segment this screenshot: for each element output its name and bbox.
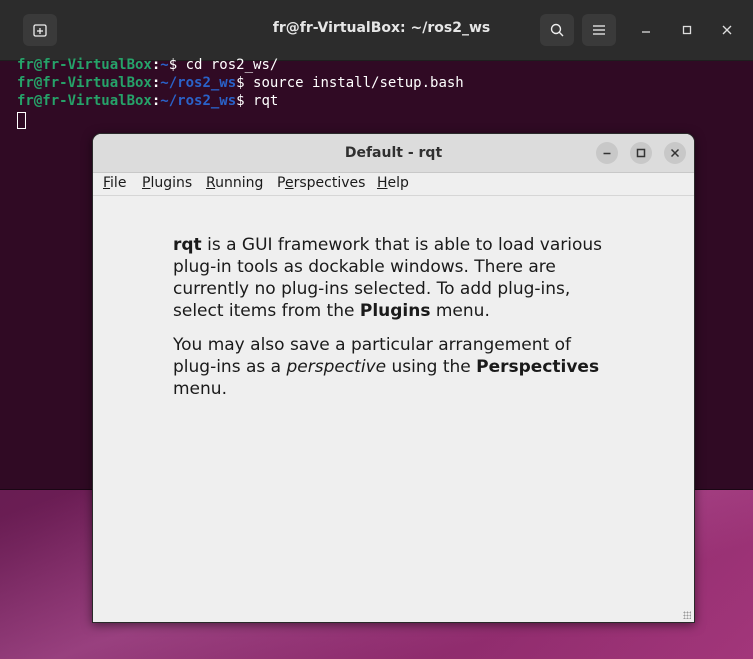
menu-label: lugins <box>150 175 193 191</box>
terminal-maximize-button[interactable] <box>677 20 697 40</box>
close-icon <box>722 25 732 35</box>
new-tab-button[interactable] <box>23 14 57 46</box>
menu-label: unning <box>215 175 264 191</box>
command-text: $ rqt <box>236 93 279 109</box>
bold-text: Perspectives <box>476 357 600 377</box>
welcome-paragraph-2: You may also save a particular arrangeme… <box>173 334 613 400</box>
maximize-icon <box>682 25 692 35</box>
menu-label: ile <box>110 175 127 191</box>
command-text: $ cd ros2_ws/ <box>168 57 279 73</box>
rqt-welcome-text: rqt is a GUI framework that is able to l… <box>173 234 613 412</box>
menu-plugins[interactable]: Plugins <box>142 175 192 191</box>
prompt-user: fr@fr-VirtualBox <box>17 57 152 73</box>
menu-perspectives[interactable]: Perspectives <box>277 175 365 191</box>
italic-text: perspective <box>286 357 387 377</box>
rqt-menubar: File Plugins Running Perspectives Help <box>93 173 694 196</box>
body-text: using the <box>386 357 477 377</box>
terminal-titlebar[interactable]: fr@fr-VirtualBox: ~/ros2_ws <box>0 0 753 61</box>
body-text: menu. <box>173 379 227 399</box>
rqt-minimize-button[interactable] <box>596 142 618 164</box>
menu-button[interactable] <box>582 14 616 46</box>
terminal-cursor <box>17 112 26 129</box>
bold-text: Plugins <box>359 301 431 321</box>
prompt-path: ~/ros2_ws <box>160 93 237 109</box>
menu-file[interactable]: File <box>103 175 126 191</box>
minimize-icon <box>642 31 650 33</box>
rqt-maximize-button[interactable] <box>630 142 652 164</box>
menu-running[interactable]: Running <box>206 175 263 191</box>
new-tab-icon <box>33 24 47 37</box>
menu-label: elp <box>387 175 409 191</box>
terminal-minimize-button[interactable] <box>636 20 656 40</box>
terminal-output[interactable]: fr@fr-VirtualBox:~$ cd ros2_ws/ fr@fr-Vi… <box>17 56 753 129</box>
rqt-titlebar[interactable]: Default - rqt <box>93 134 694 173</box>
prompt-user: fr@fr-VirtualBox <box>17 75 152 91</box>
terminal-line: fr@fr-VirtualBox:~/ros2_ws$ rqt <box>17 93 279 109</box>
search-icon <box>550 23 564 37</box>
terminal-line: fr@fr-VirtualBox:~/ros2_ws$ source insta… <box>17 75 464 91</box>
rqt-close-button[interactable] <box>664 142 686 164</box>
maximize-icon <box>636 148 646 158</box>
close-icon <box>670 148 680 158</box>
terminal-close-button[interactable] <box>717 20 737 40</box>
menu-label: rspectives <box>293 175 366 191</box>
terminal-cursor-line <box>17 110 753 129</box>
prompt-path: ~/ros2_ws <box>160 75 237 91</box>
welcome-paragraph-1: rqt is a GUI framework that is able to l… <box>173 234 613 322</box>
bold-text: rqt <box>173 235 202 255</box>
prompt-user: fr@fr-VirtualBox <box>17 93 152 109</box>
rqt-window[interactable]: Default - rqt File Plugins Running Persp… <box>92 133 695 623</box>
menu-help[interactable]: Help <box>377 175 409 191</box>
hamburger-menu-icon <box>593 25 605 35</box>
terminal-title: fr@fr-VirtualBox: ~/ros2_ws <box>272 20 491 36</box>
search-button[interactable] <box>540 14 574 46</box>
body-text: menu. <box>430 301 490 321</box>
command-text: $ source install/setup.bash <box>236 75 464 91</box>
menu-label: P <box>277 175 285 191</box>
menu-mnemonic: H <box>377 175 388 191</box>
minimize-icon <box>603 152 611 155</box>
resize-grip[interactable] <box>683 611 691 619</box>
prompt-path: ~ <box>160 57 169 73</box>
menu-mnemonic: F <box>103 175 111 191</box>
menu-mnemonic: e <box>284 175 294 191</box>
terminal-line: fr@fr-VirtualBox:~$ cd ros2_ws/ <box>17 57 279 73</box>
menu-mnemonic: R <box>206 175 216 191</box>
